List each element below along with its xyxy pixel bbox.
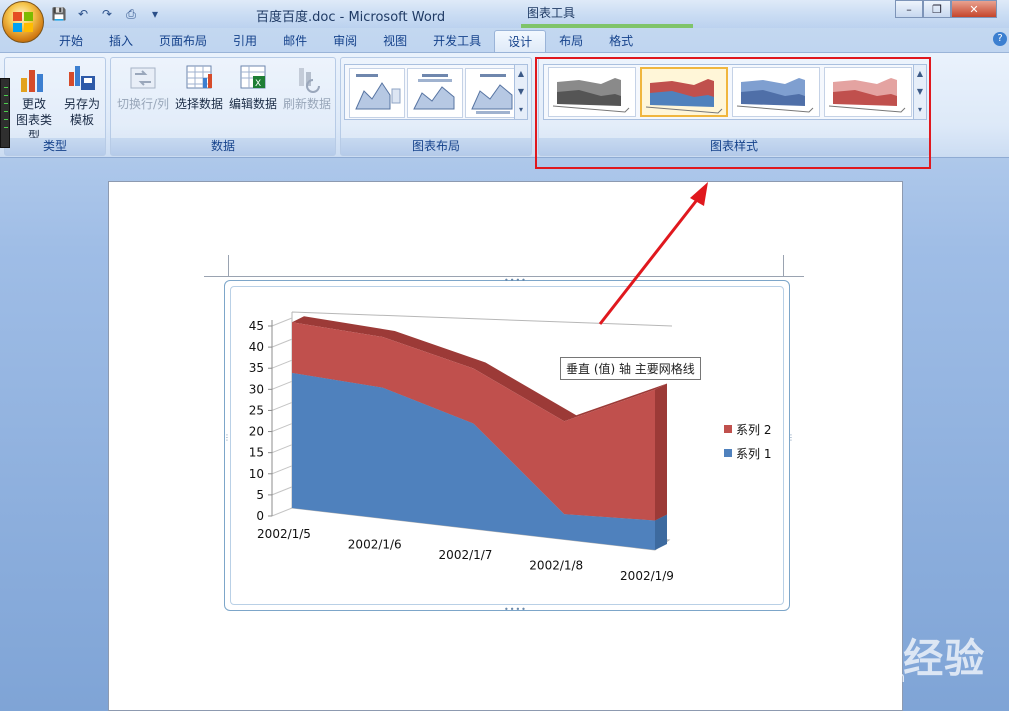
value-tick-label-4: 20 [249,425,264,439]
value-tick-label-0: 0 [256,509,264,523]
office-button[interactable] [2,1,44,43]
category-label-3: 2002/1/8 [529,559,583,573]
watermark-sub-text: jingyan.baidu.com [776,670,906,686]
gridline-4 [271,423,293,433]
category-label-2: 2002/1/7 [439,548,493,562]
value-tick-label-1: 5 [256,488,264,502]
series-1-side-face [655,514,667,550]
baidu-watermark: Baidu经验 jingyan.baidu.com [770,626,1005,686]
value-tick-label-8: 40 [249,340,264,354]
value-tick-label-5: 25 [249,403,264,417]
gridline-8 [271,338,293,348]
category-label-1: 2002/1/6 [348,538,402,552]
office-logo-icon [13,12,33,32]
gridline-3 [271,444,293,454]
legend-label-0: 系列 2 [736,423,771,437]
legend-swatch-0 [724,425,732,433]
chart-svg: 0 5 10 15 20 25 30 35 40 45 2002/1/5 2002/1/6 2002/1… [249,182,771,583]
gridline-7 [271,359,293,369]
gridline-0 [271,507,293,517]
annotation-arrow-head [690,182,708,206]
value-tick-label-9: 45 [249,319,264,333]
value-tick-label-6: 30 [249,382,264,396]
annotation-arrow-line [598,195,702,325]
series-2-side-face [655,383,667,521]
legend-swatch-1 [724,449,732,457]
gridline-6 [271,380,293,390]
gridline-2 [271,465,293,475]
gridline-tooltip: 垂直 (值) 轴 主要网格线 [560,357,701,380]
gridline-5 [271,401,293,411]
value-tick-label-3: 15 [249,446,264,460]
value-tick-label-7: 35 [249,361,264,375]
category-label-0: 2002/1/5 [257,527,311,541]
value-tick-label-2: 10 [249,467,264,481]
gridline-1 [271,486,293,496]
category-label-4: 2002/1/9 [620,569,674,583]
gridline-9 [271,317,293,327]
legend-label-1: 系列 1 [736,447,771,461]
